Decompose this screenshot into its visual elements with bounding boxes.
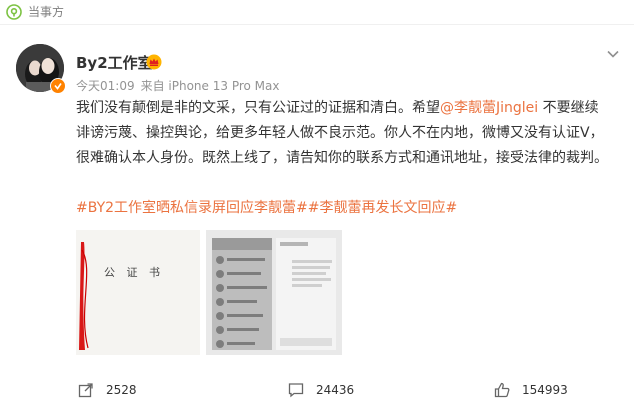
chevron-down-icon[interactable] [606, 46, 620, 60]
username[interactable]: By2工作室 [76, 54, 153, 72]
post-source: 来自 iPhone 13 Pro Max [140, 79, 280, 93]
post-time[interactable]: 今天01:09 [76, 79, 135, 93]
source-label: 当事方 [28, 5, 65, 19]
like-count: 154993 [522, 383, 568, 397]
post-content: 我们没有颠倒是非的文采，只有公证过的证据和清白。希望@李靓蕾Jinglei 不要… [76, 96, 612, 171]
mention-link[interactable]: @李靓蕾Jinglei [440, 100, 538, 116]
avatar[interactable] [16, 44, 66, 94]
crown-badge-icon [146, 54, 162, 70]
verified-badge-icon [50, 78, 66, 94]
post-meta: 今天01:09 来自 iPhone 13 Pro Max [76, 78, 279, 94]
notary-seal-graphic [76, 230, 200, 355]
location-pin-icon [6, 4, 22, 20]
post-text-part1: 我们没有颠倒是非的文采，只有公证过的证据和清白。希望 [76, 100, 440, 116]
share-icon [78, 383, 93, 398]
chat-screenshot-image[interactable] [206, 230, 342, 355]
hashtag-links[interactable]: #BY2工作室晒私信录屏回应李靓蕾##李靓蕾再发长文回应# [76, 197, 457, 219]
divider [0, 24, 634, 25]
comment-count: 24436 [316, 383, 355, 397]
comment-button[interactable]: 24436 [288, 375, 354, 405]
action-bar: 2528 24436 154993 [0, 375, 634, 405]
share-button[interactable]: 2528 [78, 375, 137, 405]
top-bar: 当事方 [0, 0, 634, 24]
share-count: 2528 [106, 383, 137, 397]
comment-icon [288, 383, 304, 398]
like-button[interactable]: 154993 [494, 375, 568, 405]
thumbs-up-icon [494, 382, 510, 398]
chat-screenshot-graphic [206, 230, 342, 355]
notary-document-image[interactable]: 公 证 书 [76, 230, 200, 355]
notary-title: 公 证 书 [104, 266, 164, 279]
